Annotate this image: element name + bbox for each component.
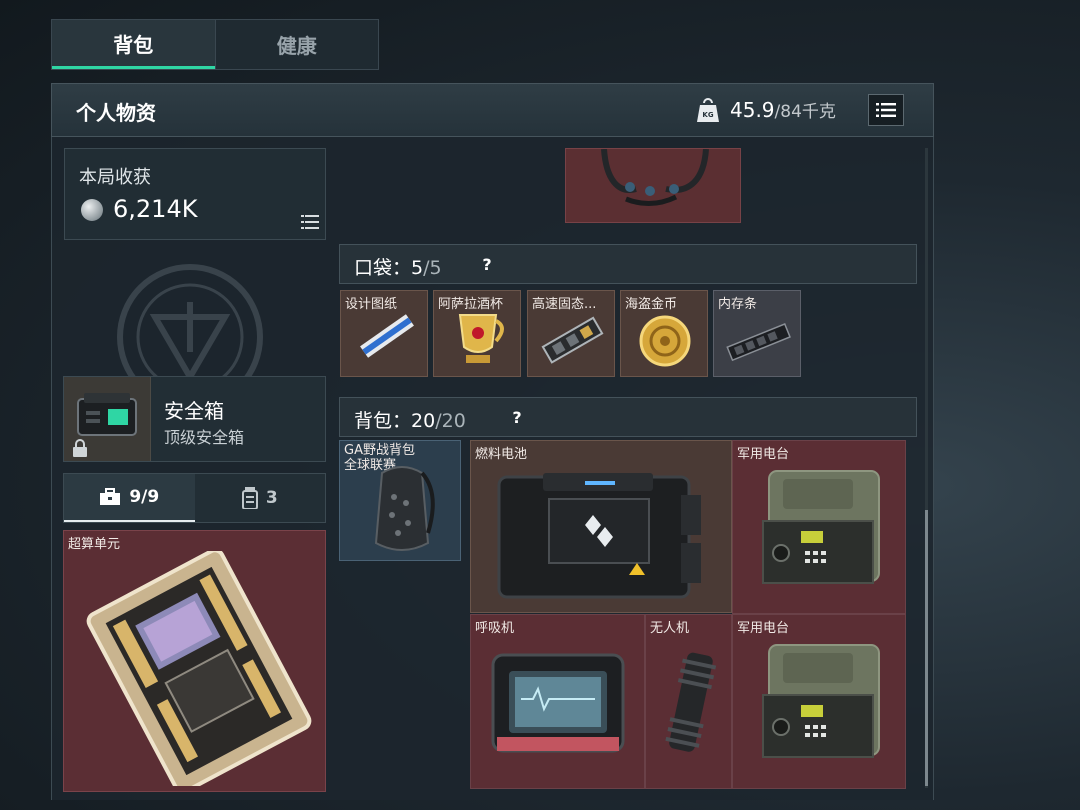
scrollbar-thumb[interactable] [925, 510, 928, 786]
list-menu-icon [301, 215, 319, 229]
pocket-item-blueprint[interactable]: 设计图纸 [340, 290, 428, 377]
briefcase-count: 9/9 [129, 487, 160, 507]
ssd-image [541, 316, 604, 364]
item-name: 超算单元 [68, 537, 121, 552]
backpack-section-header: 背包：20/20 ? [339, 397, 917, 437]
strap-accessory-image [601, 149, 709, 206]
loot-title: 本局收获 [79, 167, 151, 188]
tab-health[interactable]: 健康 [214, 20, 379, 69]
equipped-accessory-item[interactable] [565, 148, 741, 223]
item-name: 内存条 [718, 297, 758, 312]
loot-value: 6,214K [113, 195, 198, 223]
coin-icon [81, 199, 103, 221]
pockets-section-header: 口袋：5/5 ? [339, 244, 917, 284]
page-title: 个人物资 [76, 101, 156, 125]
pocket-item-ram[interactable]: 内存条 [713, 290, 801, 377]
briefcase-icon [100, 488, 121, 505]
backpack-capacity: /20 [435, 410, 466, 432]
personal-supplies-header: 个人物资 KG 45.9/84千克 [51, 83, 934, 137]
loot-summary: 本局收获 6,214K [64, 148, 326, 240]
backpack-help-button[interactable]: ? [502, 404, 532, 430]
safe-box-slot[interactable]: 安全箱 顶级安全箱 [63, 376, 326, 462]
list-menu-icon [876, 103, 896, 117]
top-tabs: 背包 健康 [51, 19, 379, 70]
backpack-item-fuel-cell[interactable]: 燃料电池 [470, 440, 732, 613]
weight-readout: 45.9/84千克 [730, 97, 836, 122]
pocket-item-ssd[interactable]: 高速固态... [527, 290, 615, 377]
backpack-count: 20 [411, 410, 436, 432]
pockets-capacity: /5 [423, 257, 442, 279]
bag-name: GA野战背包 [344, 443, 415, 458]
goblet-image [458, 314, 504, 363]
pockets-help-button[interactable]: ? [472, 251, 502, 277]
tab-briefcase[interactable]: 9/9 [64, 474, 195, 522]
safe-capacity-tabs: 9/9 3 [63, 473, 326, 523]
list-menu-button[interactable] [868, 94, 904, 126]
backpack-item-drone[interactable]: 无人机 [645, 614, 732, 789]
drone-image [665, 652, 717, 752]
ventilator-image [491, 653, 625, 753]
backpack-label: 背包：20/20 [354, 406, 466, 433]
pockets-title: 口袋： [354, 257, 412, 279]
safe-box-name: 安全箱 [164, 399, 224, 423]
pocket-item-pirate-coin[interactable]: 海盗金币 [620, 290, 708, 377]
pockets-label: 口袋：5/5 [354, 253, 442, 280]
backpack-item-military-radio-2[interactable]: 军用电台 [732, 614, 906, 789]
ram-stick-image [726, 322, 791, 362]
pocket-item-asara-cup[interactable]: 阿萨拉酒杯 [433, 290, 521, 377]
equipped-backpack-slot[interactable]: GA野战背包 全球联赛 [339, 440, 461, 561]
item-name: 燃料电池 [475, 447, 528, 462]
kg-weight-icon: KG [696, 97, 720, 123]
military-radio-image [762, 644, 880, 758]
fuel-cell-image [497, 473, 701, 599]
field-backpack-image [374, 466, 435, 551]
item-name: 呼吸机 [475, 621, 515, 636]
pockets-count: 5 [411, 257, 424, 279]
gold-coin-image [639, 315, 691, 367]
canister-icon [241, 487, 258, 509]
safe-box-image [64, 377, 151, 461]
lock-icon [73, 439, 87, 457]
item-name: 军用电台 [737, 621, 790, 636]
backpack-item-military-radio[interactable]: 军用电台 [732, 440, 906, 614]
backpack-title: 背包： [354, 410, 412, 432]
military-radio-image [762, 470, 880, 584]
safe-box-subtitle: 顶级安全箱 [164, 428, 245, 447]
supercomputing-unit-item[interactable]: 超算单元 [63, 530, 326, 792]
canister-count: 3 [265, 488, 278, 508]
item-name: 军用电台 [737, 447, 790, 462]
tab-backpack[interactable]: 背包 [52, 20, 215, 69]
loot-menu-button[interactable] [301, 215, 319, 229]
weight-current: 45.9 [730, 98, 775, 122]
blueprint-image [360, 314, 414, 358]
weight-capacity: /84千克 [774, 102, 836, 122]
circuit-board-image [86, 551, 312, 786]
tab-canister[interactable]: 3 [195, 474, 326, 522]
svg-text:KG: KG [702, 111, 713, 119]
backpack-item-ventilator[interactable]: 呼吸机 [470, 614, 645, 789]
item-name: 无人机 [650, 621, 690, 636]
